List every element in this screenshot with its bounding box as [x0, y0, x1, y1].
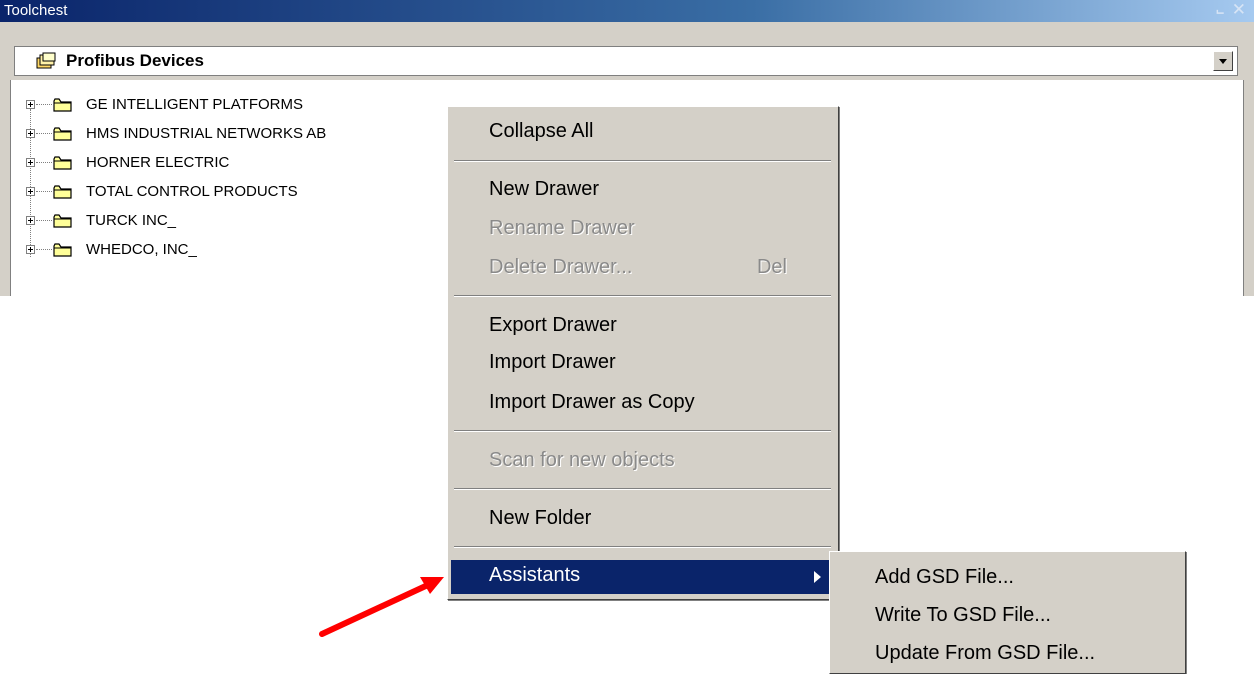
- tree-connector: [36, 104, 52, 105]
- menu-item-export-drawer[interactable]: Export Drawer: [451, 310, 833, 344]
- menu-separator: [454, 430, 831, 432]
- submenu-item-add-gsd-file[interactable]: Add GSD File...: [833, 562, 1183, 596]
- submenu-item-write-to-gsd-file[interactable]: Write To GSD File...: [833, 600, 1183, 634]
- tree-item-label: HORNER ELECTRIC: [86, 154, 230, 171]
- expand-icon[interactable]: [26, 187, 35, 196]
- tree-connector: [36, 249, 52, 250]
- tree-item-label: HMS INDUSTRIAL NETWORKS AB: [86, 125, 327, 142]
- menu-item-collapse-all[interactable]: Collapse All: [451, 116, 833, 150]
- dropdown-arrow-button[interactable]: [1213, 51, 1233, 71]
- tree-item-label: WHEDCO, INC_: [86, 241, 197, 258]
- context-menu: Collapse All New Drawer Rename Drawer De…: [447, 106, 839, 600]
- submenu-item-update-from-gsd-file[interactable]: Update From GSD File...: [833, 638, 1183, 672]
- menu-item-rename-drawer: Rename Drawer: [489, 217, 635, 239]
- menu-separator: [454, 488, 831, 490]
- assistants-submenu: Add GSD File... Write To GSD File... Upd…: [829, 551, 1186, 674]
- expand-icon[interactable]: [26, 158, 35, 167]
- folder-icon: [53, 156, 72, 170]
- expand-icon[interactable]: [26, 129, 35, 138]
- drawer-icon: [36, 52, 56, 69]
- tree-connector: [36, 162, 52, 163]
- tree-item[interactable]: HMS INDUSTRIAL NETWORKS AB: [26, 124, 446, 144]
- tree-item-label: TURCK INC_: [86, 212, 177, 229]
- menu-item-import-drawer-as-copy[interactable]: Import Drawer as Copy: [451, 387, 833, 421]
- folder-icon: [53, 98, 72, 112]
- tree-item[interactable]: TOTAL CONTROL PRODUCTS: [26, 182, 446, 202]
- menu-separator: [454, 160, 831, 162]
- folder-icon: [53, 243, 72, 257]
- tree-connector: [36, 191, 52, 192]
- tree-item[interactable]: GE INTELLIGENT PLATFORMS: [26, 95, 446, 115]
- folder-icon: [53, 214, 72, 228]
- folder-icon: [53, 185, 72, 199]
- menu-item-assistants[interactable]: Assistants: [451, 560, 833, 594]
- window-title: Toolchest: [4, 2, 68, 19]
- menu-item-scan-for-new-objects: Scan for new objects: [489, 449, 675, 471]
- pin-icon[interactable]: ⨽: [1216, 2, 1224, 18]
- tree-item[interactable]: HORNER ELECTRIC: [26, 153, 446, 173]
- menu-item-new-drawer[interactable]: New Drawer: [451, 174, 833, 208]
- tree-item[interactable]: TURCK INC_: [26, 211, 446, 231]
- menu-separator: [454, 295, 831, 297]
- shortcut-label: Del: [756, 256, 787, 278]
- expand-icon[interactable]: [26, 245, 35, 254]
- expand-icon[interactable]: [26, 100, 35, 109]
- folder-icon: [53, 127, 72, 141]
- menu-separator: [454, 546, 831, 548]
- tree-connector: [36, 220, 52, 221]
- menu-item-new-folder[interactable]: New Folder: [451, 503, 833, 537]
- drawer-dropdown[interactable]: Profibus Devices: [14, 46, 1238, 76]
- tree-item-label: GE INTELLIGENT PLATFORMS: [86, 96, 303, 113]
- tree-item[interactable]: WHEDCO, INC_: [26, 240, 446, 260]
- expand-icon[interactable]: [26, 216, 35, 225]
- tree-connector: [36, 133, 52, 134]
- tree-item-label: TOTAL CONTROL PRODUCTS: [86, 183, 298, 200]
- menu-item-delete-drawer: Delete Drawer... Del: [489, 256, 787, 278]
- close-icon[interactable]: ✕: [1232, 0, 1246, 20]
- submenu-arrow-icon: [814, 571, 821, 583]
- dropdown-selected-value: Profibus Devices: [66, 51, 204, 70]
- menu-item-import-drawer[interactable]: Import Drawer: [451, 347, 833, 381]
- title-bar: Toolchest ⨽ ✕: [0, 0, 1254, 22]
